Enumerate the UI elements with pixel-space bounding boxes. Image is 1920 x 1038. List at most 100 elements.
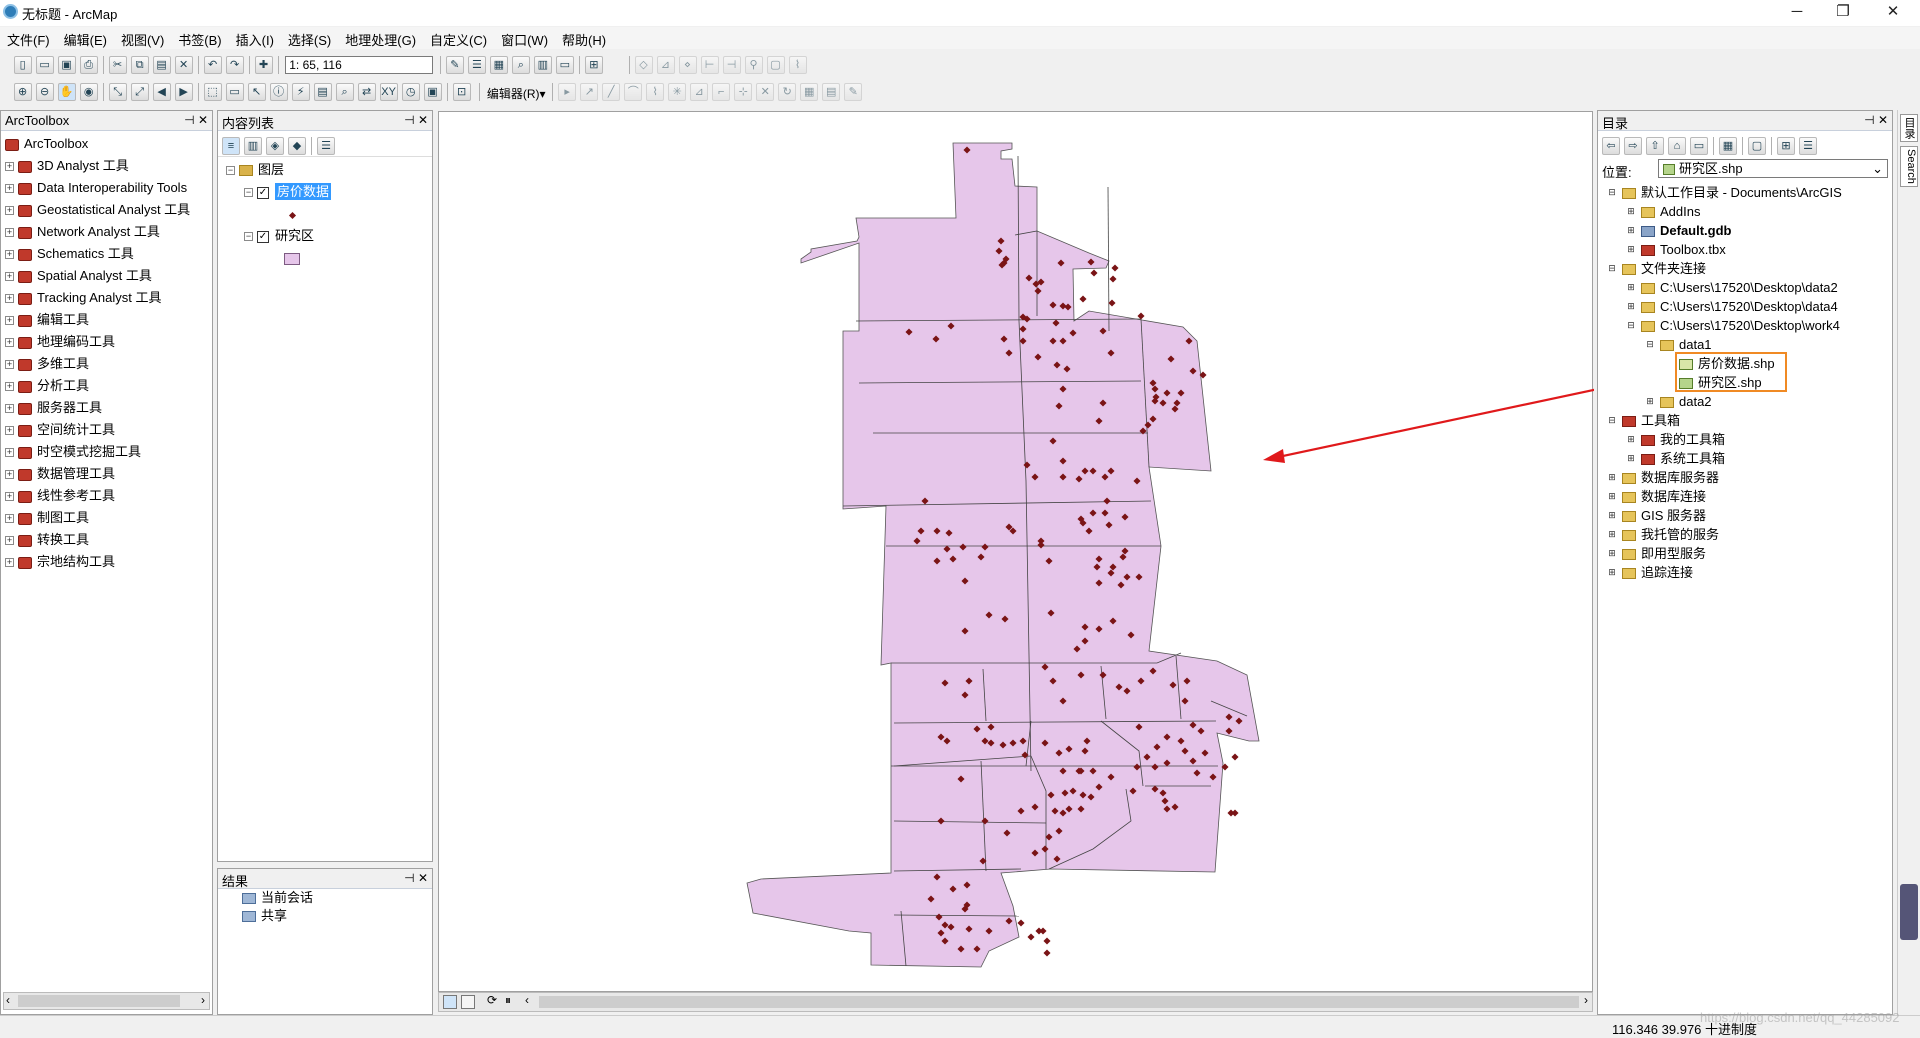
expand-toggle-icon[interactable]: ⊞: [1625, 226, 1637, 237]
create-viewer-icon[interactable]: ▣: [423, 83, 442, 101]
go-back-icon[interactable]: ◀: [152, 83, 171, 101]
toolbox-item[interactable]: + 服务器工具: [5, 397, 212, 419]
catalog-tree-item[interactable]: ⊟ 默认工作目录 - Documents\ArcGIS: [1606, 183, 1892, 202]
go-forward-icon[interactable]: ▶: [174, 83, 193, 101]
expand-toggle-icon[interactable]: ⊟: [1606, 264, 1618, 275]
catalog-tree-item[interactable]: ⊞ GIS 服务器: [1606, 506, 1892, 525]
house-price-point[interactable]: [1111, 264, 1119, 272]
catalog-tree-item[interactable]: ⊞ 即用型服务: [1606, 544, 1892, 563]
catalog-tree-item[interactable]: ⊞ 我的工具箱: [1606, 430, 1892, 449]
zoom-in-icon[interactable]: ⊕: [13, 83, 32, 101]
catalog-tree-item[interactable]: ⊞ 追踪连接: [1606, 563, 1892, 582]
toolbox-item[interactable]: + 宗地结构工具: [5, 551, 212, 573]
toolbox-item[interactable]: + Tracking Analyst 工具: [5, 287, 212, 309]
catalog-tree-item[interactable]: ⊞ C:\Users\17520\Desktop\data4: [1606, 297, 1892, 316]
catalog-tree-item[interactable]: ⊟ 工具箱: [1606, 411, 1892, 430]
select-elements-icon[interactable]: ↖: [247, 83, 266, 101]
pause-drawing-icon[interactable]: ⏸: [505, 993, 511, 1008]
layer-name[interactable]: 研究区: [275, 228, 314, 243]
data-view-button[interactable]: [443, 995, 457, 1009]
fixed-zoom-in-icon[interactable]: ⤡: [108, 83, 127, 101]
catalog-options-icon[interactable]: ☰: [1799, 137, 1817, 155]
panel-pin-close-icon[interactable]: ⊣ ✕: [404, 871, 428, 885]
toolbox-item[interactable]: + 分析工具: [5, 375, 212, 397]
save-icon[interactable]: ▣: [57, 56, 76, 74]
cut-icon[interactable]: ✂: [108, 56, 127, 74]
expand-toggle-icon[interactable]: ⊞: [1625, 283, 1637, 294]
toolbox-item[interactable]: +3D Analyst 工具: [5, 155, 212, 177]
catalog-tree-item[interactable]: ⊞ AddIns: [1606, 202, 1892, 221]
toolbox-item[interactable]: + 数据管理工具: [5, 463, 212, 485]
house-price-point[interactable]: [1039, 927, 1047, 935]
find-icon[interactable]: ⌕: [335, 83, 354, 101]
expand-toggle-icon[interactable]: ⊞: [1606, 568, 1618, 579]
expand-toggle-icon[interactable]: ⊞: [1625, 245, 1637, 256]
list-by-visibility-icon[interactable]: ◈: [266, 137, 284, 155]
house-price-point[interactable]: [1108, 299, 1116, 307]
menu-windows[interactable]: 窗口(W): [494, 27, 555, 49]
menu-file[interactable]: 文件(F): [0, 27, 57, 49]
undo-icon[interactable]: ↶: [203, 56, 222, 74]
full-extent-icon[interactable]: ◉: [79, 83, 98, 101]
toc-window-icon[interactable]: ☰: [467, 56, 486, 74]
delete-icon[interactable]: ✕: [174, 56, 193, 74]
list-by-source-icon[interactable]: ▥: [244, 137, 262, 155]
forward-icon[interactable]: ⇨: [1624, 137, 1642, 155]
catalog-tree-item[interactable]: ⊟ 文件夹连接: [1606, 259, 1892, 278]
side-scroll-handle[interactable]: [1900, 884, 1918, 940]
toolbox-item[interactable]: + Spatial Analyst 工具: [5, 265, 212, 287]
polygon-symbol[interactable]: [226, 247, 432, 269]
identify-icon[interactable]: ⓘ: [269, 83, 288, 101]
house-price-point[interactable]: [1027, 933, 1035, 941]
toolbox-item[interactable]: + 时空模式挖掘工具: [5, 441, 212, 463]
menu-insert[interactable]: 插入(I): [229, 27, 281, 49]
house-price-point[interactable]: [1109, 275, 1117, 283]
toolbox-item[interactable]: + Data Interoperability Tools: [5, 177, 212, 199]
add-data-icon[interactable]: ✚: [254, 56, 273, 74]
expand-toggle-icon[interactable]: ⊟: [1644, 340, 1656, 351]
house-price-point[interactable]: [1043, 937, 1051, 945]
catalog-tree-item[interactable]: 研究区.shp: [1606, 373, 1892, 392]
menu-geoprocessing[interactable]: 地理处理(G): [338, 27, 423, 49]
catalog-tree-item[interactable]: ⊞ C:\Users\17520\Desktop\data2: [1606, 278, 1892, 297]
layout-view-button[interactable]: [461, 995, 475, 1009]
toolbox-item[interactable]: + 地理编码工具: [5, 331, 212, 353]
house-price-point[interactable]: [1231, 809, 1239, 817]
toc-layer-row[interactable]: − ✓ 研究区: [226, 225, 432, 247]
hyperlink-icon[interactable]: ⚡: [291, 83, 310, 101]
expand-toggle-icon[interactable]: ⊟: [1606, 416, 1618, 427]
menu-help[interactable]: 帮助(H): [555, 27, 613, 49]
house-price-point[interactable]: [1043, 949, 1051, 957]
select-features-icon[interactable]: ⬚: [203, 83, 222, 101]
expand-toggle-icon[interactable]: ⊞: [1625, 454, 1637, 465]
expand-toggle-icon[interactable]: ⊞: [1606, 492, 1618, 503]
location-combo[interactable]: 研究区.shp ⌄: [1658, 159, 1888, 178]
layer-visibility-checkbox[interactable]: ✓: [257, 186, 269, 199]
layer-name-selected[interactable]: 房价数据: [275, 183, 332, 200]
expand-toggle-icon[interactable]: ⊟: [1625, 321, 1637, 332]
expand-toggle-icon[interactable]: ⊟: [1606, 188, 1618, 199]
layers-group[interactable]: − 图层: [226, 159, 432, 181]
back-icon[interactable]: ⇦: [1602, 137, 1620, 155]
toolbox-item[interactable]: + Schematics 工具: [5, 243, 212, 265]
view-options-icon[interactable]: ▦: [1719, 137, 1737, 155]
toolbox-item[interactable]: + 多维工具: [5, 353, 212, 375]
menu-edit[interactable]: 编辑(E): [57, 27, 114, 49]
house-price-point[interactable]: [1090, 269, 1098, 277]
map-canvas[interactable]: [439, 112, 1646, 993]
toolbox-item[interactable]: + 编辑工具: [5, 309, 212, 331]
point-symbol[interactable]: [226, 203, 432, 225]
arctoolbox-root[interactable]: ArcToolbox: [5, 133, 212, 155]
editor-toolbar-icon[interactable]: ✎: [445, 56, 464, 74]
redo-icon[interactable]: ↷: [225, 56, 244, 74]
connect-folder-icon[interactable]: ▭: [1690, 137, 1708, 155]
expand-toggle-icon[interactable]: ⊞: [1606, 530, 1618, 541]
catalog-tree-item[interactable]: ⊟ data1: [1606, 335, 1892, 354]
menu-selection[interactable]: 选择(S): [281, 27, 338, 49]
toolbox-item[interactable]: + 制图工具: [5, 507, 212, 529]
layout-icon[interactable]: ⊡: [452, 83, 471, 101]
layer-visibility-checkbox[interactable]: ✓: [257, 230, 269, 243]
panel-pin-close-icon[interactable]: ⊣ ✕: [404, 113, 428, 127]
arctoolbox-window-icon[interactable]: ▥: [533, 56, 552, 74]
catalog-tree-item[interactable]: ⊟ C:\Users\17520\Desktop\work4: [1606, 316, 1892, 335]
